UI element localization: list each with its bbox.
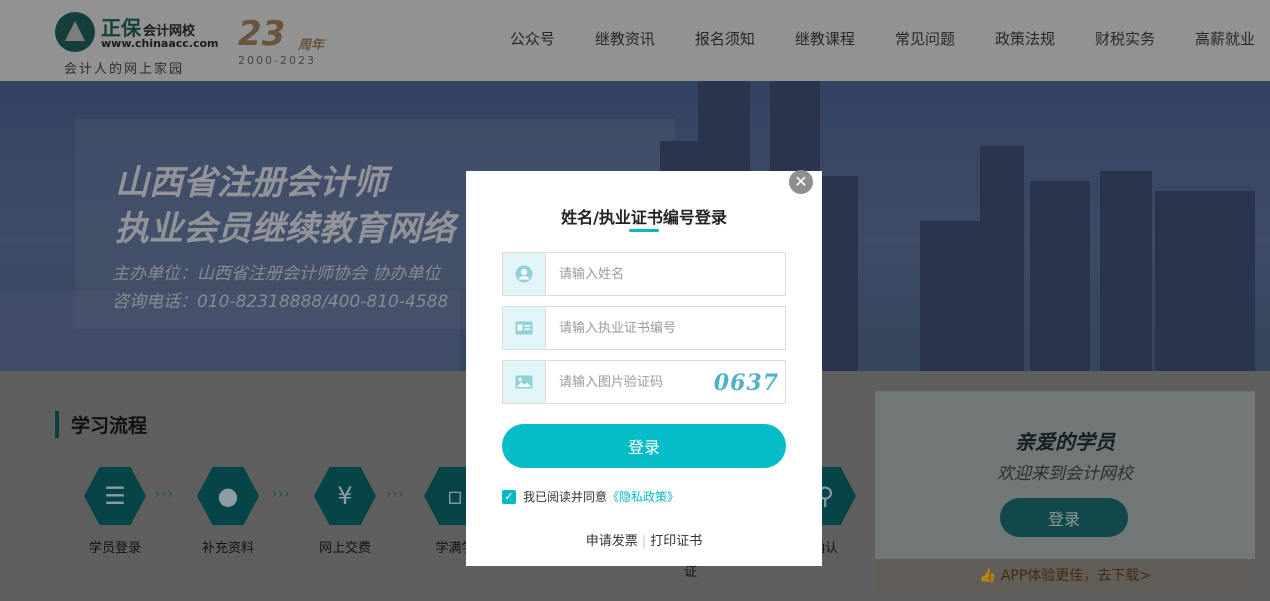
privacy-policy-link[interactable]: 《隐私政策》 — [607, 488, 679, 505]
print-certificate-link[interactable]: 打印证书 — [650, 534, 702, 549]
close-icon[interactable]: ✕ — [789, 170, 813, 194]
captcha-image[interactable]: 0637 — [714, 370, 779, 396]
privacy-agreement: ✓ 我已阅读并同意 《隐私政策》 — [502, 488, 679, 505]
captcha-input[interactable] — [547, 361, 697, 403]
agree-text: 我已阅读并同意 — [523, 490, 608, 504]
modal-footer-links: 申请发票 | 打印证书 — [466, 530, 822, 549]
id-card-icon — [503, 307, 546, 349]
name-field — [502, 252, 786, 296]
image-icon — [503, 361, 546, 403]
link-separator: | — [641, 534, 647, 549]
name-input[interactable] — [547, 253, 785, 295]
title-underline — [629, 229, 659, 232]
apply-invoice-link[interactable]: 申请发票 — [586, 534, 638, 549]
user-icon — [503, 253, 546, 295]
cert-field — [502, 306, 786, 350]
captcha-field: 0637 — [502, 360, 786, 404]
login-modal: ✕ 姓名/执业证书编号登录 0637 登录 ✓ 我已阅读并同意 《隐私政策》 申… — [466, 170, 822, 566]
login-button[interactable]: 登录 — [502, 424, 786, 468]
agree-checkbox[interactable]: ✓ — [502, 489, 516, 504]
cert-number-input[interactable] — [547, 307, 785, 349]
modal-title: 姓名/执业证书编号登录 — [561, 208, 727, 227]
